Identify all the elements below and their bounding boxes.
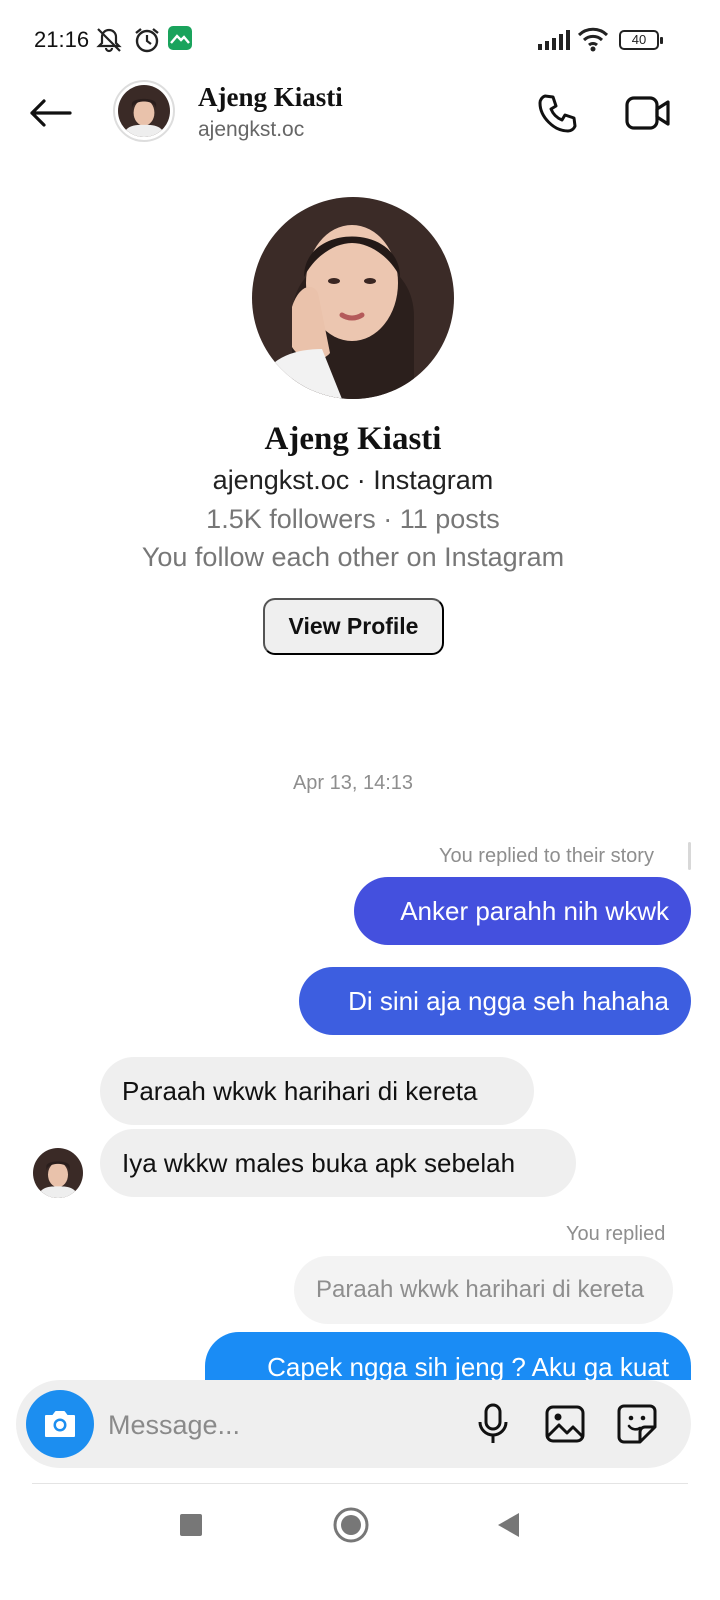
message-bubble[interactable]: Capek ngga sih jeng ? Aku ga kuat (205, 1332, 691, 1380)
composer-divider (32, 1483, 688, 1484)
phone-icon (538, 94, 577, 133)
avatar-image (118, 85, 170, 137)
wifi-icon (577, 26, 609, 57)
message-input[interactable] (108, 1400, 438, 1450)
header-avatar[interactable] (113, 80, 175, 142)
message-bubble[interactable]: Paraah wkwk harihari di kereta (100, 1057, 534, 1125)
voice-call-button[interactable] (533, 88, 583, 138)
message-bubble[interactable]: Iya wkkw males buka apk sebelah (100, 1129, 576, 1197)
arrow-left-icon (30, 99, 72, 127)
status-time: 21:16 (34, 27, 90, 52)
profile-name: Ajeng Kiasti (264, 421, 442, 457)
triangle-back-icon (498, 1513, 519, 1537)
camera-button[interactable] (26, 1390, 94, 1458)
microphone-icon (478, 1403, 508, 1443)
header-name[interactable]: Ajeng Kiasti (198, 82, 343, 113)
header-username: ajengkst.oc (198, 118, 305, 141)
profile-stats: 1.5K followers · 11 posts (206, 504, 500, 534)
message-bubble[interactable]: Anker parahh nih wkwk (354, 877, 691, 945)
signal-icon (538, 30, 572, 55)
video-camera-icon (625, 96, 670, 130)
voice-message-button[interactable] (467, 1398, 519, 1450)
nav-back-button[interactable] (478, 1500, 538, 1550)
back-button[interactable] (22, 88, 78, 138)
gallery-button[interactable] (539, 1398, 591, 1450)
story-reply-indicator (688, 842, 691, 870)
image-icon (545, 1405, 585, 1443)
reply-label: You replied (566, 1223, 666, 1245)
notifications-off-icon (94, 26, 124, 59)
view-profile-button[interactable]: View Profile (263, 598, 444, 655)
profile-photo[interactable] (252, 197, 454, 399)
sticker-icon (617, 1404, 657, 1444)
sticker-button[interactable] (611, 1398, 663, 1450)
profile-subtitle: ajengkst.oc · Instagram (212, 465, 494, 495)
message-timestamp: Apr 13, 14:13 (292, 772, 414, 794)
status-bar: 21:16 40 (0, 0, 720, 80)
story-reply-label: You replied to their story (439, 845, 654, 867)
alarm-icon (132, 26, 162, 59)
home-button[interactable] (321, 1500, 381, 1550)
battery-icon: 40 (619, 30, 663, 50)
quoted-message[interactable]: Paraah wkwk harihari di kereta (294, 1256, 673, 1324)
profile-image (252, 197, 454, 399)
message-bubble[interactable]: Di sini aja ngga seh hahaha (299, 967, 691, 1035)
home-circle-icon (333, 1507, 369, 1543)
avatar-image (33, 1148, 83, 1198)
recent-apps-button[interactable] (161, 1500, 221, 1550)
video-call-button[interactable] (620, 88, 676, 138)
app-notification-icon (168, 26, 192, 55)
follow-relation: You follow each other on Instagram (141, 542, 565, 572)
sender-avatar[interactable] (33, 1148, 83, 1198)
camera-icon (45, 1411, 75, 1437)
square-icon (180, 1514, 202, 1536)
